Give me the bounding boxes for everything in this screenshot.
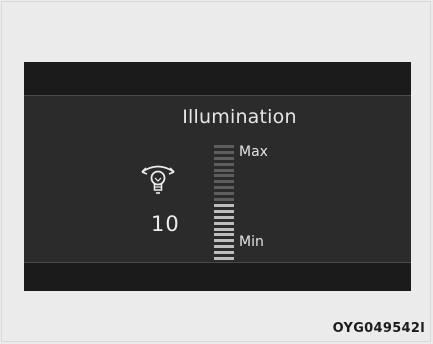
illumination-scale: [214, 142, 234, 260]
scale-segment: [214, 168, 234, 172]
scale-segment: [214, 156, 234, 160]
illumination-level-value: 10: [151, 212, 180, 236]
scale-segment: [214, 144, 234, 148]
scale-segment: [214, 257, 234, 260]
display-divider-top: [24, 95, 411, 96]
scale-segment: [214, 221, 234, 225]
scale-segment: [214, 209, 234, 213]
scale-segment: [214, 174, 234, 178]
display-top-band: [24, 62, 411, 95]
figure-code: OYG049542l: [332, 321, 425, 336]
display-bottom-band: [24, 263, 411, 291]
scale-segment: [214, 239, 234, 243]
scale-segment: [214, 192, 234, 196]
scale-max-label: Max: [239, 144, 268, 160]
scale-segment: [214, 203, 234, 207]
screen-title: Illumination: [182, 106, 297, 128]
scale-segment: [214, 198, 234, 201]
scale-min-label: Min: [239, 234, 264, 250]
scale-segment: [214, 215, 234, 219]
scale-segment: [214, 180, 234, 184]
cluster-display: Illumination 10 Max Min: [24, 62, 411, 291]
scale-segment: [214, 251, 234, 255]
scale-segment: [214, 245, 234, 249]
scale-segment: [214, 162, 234, 166]
scale-segment: [214, 227, 234, 231]
scale-segment: [214, 186, 234, 190]
scale-segment: [214, 150, 234, 154]
adjustable-light-bulb-icon: [141, 165, 175, 194]
scale-segment: [214, 233, 234, 237]
